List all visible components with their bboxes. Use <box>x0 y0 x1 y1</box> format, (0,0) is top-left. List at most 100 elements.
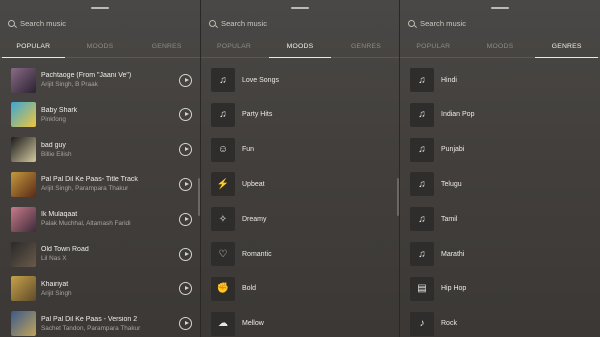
song-row[interactable]: Pal Pal Dil Ke Paas - Version 2 Sachet Ta… <box>0 307 200 337</box>
search-bar[interactable] <box>8 17 192 29</box>
category-row[interactable]: ✧ Dreamy <box>201 202 399 236</box>
play-icon[interactable] <box>179 108 192 122</box>
category-label: Love Songs <box>242 76 279 84</box>
music-note-icon: ♫ <box>410 207 434 232</box>
scrollbar[interactable] <box>397 178 399 216</box>
search-bar[interactable] <box>209 17 391 29</box>
song-info: Baby Shark Pinkfong <box>41 107 174 123</box>
song-title: Pal Pal Dil Ke Paas- Title Track <box>41 176 138 184</box>
song-artist: Arijit Singh, Parampara Thakur <box>41 185 129 193</box>
play-icon[interactable] <box>179 212 192 226</box>
bold-icon: ✊ <box>211 276 235 301</box>
moods-panel: POPULAR MOODS GENRES ♫ Love Songs ♫ Party H… <box>201 0 399 337</box>
category-label: Hip Hop <box>441 285 467 293</box>
tab-bar: POPULAR MOODS GENRES <box>201 38 399 58</box>
play-icon[interactable] <box>179 177 192 191</box>
song-title: bad guy <box>41 141 66 149</box>
category-row[interactable]: ♫ Tamil <box>400 202 600 236</box>
song-row[interactable]: Ik Mulaqaat Palak Muchhal, Altamash Farid… <box>0 202 200 236</box>
play-icon[interactable] <box>179 282 192 296</box>
music-note-icon: ♫ <box>410 102 434 127</box>
song-row[interactable]: Pachtaoge (From "Jaani Ve") Arijit Singh,… <box>0 63 200 97</box>
drag-handle[interactable] <box>91 7 109 9</box>
song-row[interactable]: Baby Shark Pinkfong <box>0 98 200 132</box>
search-bar[interactable] <box>408 17 592 29</box>
category-row[interactable]: ☁ Mellow <box>201 307 399 337</box>
tab-moods[interactable]: MOODS <box>467 38 534 57</box>
category-row[interactable]: ♫ Telugu <box>400 167 600 201</box>
album-art <box>11 276 36 302</box>
search-icon <box>209 19 216 27</box>
mellow-icon: ☁ <box>211 311 235 336</box>
tab-moods[interactable]: MOODS <box>267 38 333 58</box>
album-art <box>11 102 36 128</box>
song-artist: Sachet Tandon, Parampara Thakur <box>41 324 141 332</box>
drag-handle[interactable] <box>291 7 309 9</box>
music-note-icon: ♫ <box>410 172 434 197</box>
genres-panel: POPULAR MOODS GENRES ♫ Hindi ♫ Indian Pop ♫ P… <box>400 0 600 337</box>
mood-list: ♫ Love Songs ♫ Party Hits ☺ Fun ⚡ Upbeat ✧ Dreamy… <box>201 63 399 337</box>
song-artist: Billie Eilish <box>41 150 72 158</box>
song-title: Baby Shark <box>41 106 78 114</box>
category-label: Bold <box>242 285 257 293</box>
category-row[interactable]: ♫ Party Hits <box>201 98 399 132</box>
album-art <box>11 171 36 197</box>
category-label: Dreamy <box>242 215 267 223</box>
music-note-icon: ♫ <box>410 137 434 162</box>
search-input[interactable] <box>221 18 391 28</box>
tab-genres[interactable]: GENRES <box>533 38 600 58</box>
search-icon <box>8 19 15 27</box>
play-icon[interactable] <box>179 247 192 261</box>
song-info: Old Town Road Lil Nas X <box>41 246 174 262</box>
song-info: Pal Pal Dil Ke Paas- Title Track Arijit S… <box>41 176 174 192</box>
song-row[interactable]: Pal Pal Dil Ke Paas- Title Track Arijit S… <box>0 167 200 201</box>
dreamy-icon: ✧ <box>211 207 235 232</box>
search-input[interactable] <box>20 18 192 28</box>
tab-moods[interactable]: MOODS <box>67 38 134 57</box>
drag-handle[interactable] <box>491 7 509 9</box>
song-artist: Lil Nas X <box>41 255 67 262</box>
category-row[interactable]: ♫ Punjabi <box>400 133 600 167</box>
tab-genres[interactable]: GENRES <box>333 38 399 57</box>
play-icon[interactable] <box>179 73 192 87</box>
search-input[interactable] <box>420 18 592 28</box>
popular-panel: POPULAR MOODS GENRES Pachtaoge (From "Ja… <box>0 0 200 337</box>
tab-popular[interactable]: POPULAR <box>400 38 467 57</box>
scrollbar[interactable] <box>198 178 200 216</box>
category-row[interactable]: ♫ Love Songs <box>201 63 399 97</box>
category-row[interactable]: ♫ Hindi <box>400 63 600 97</box>
album-art <box>11 241 36 267</box>
category-label: Mellow <box>242 320 264 328</box>
category-row[interactable]: ♫ Indian Pop <box>400 98 600 132</box>
category-row[interactable]: ⚡ Upbeat <box>201 167 399 201</box>
tab-genres[interactable]: GENRES <box>133 38 200 57</box>
song-info: Khairiyat Arijit Singh <box>41 281 174 297</box>
music-note-icon: ♫ <box>410 68 434 92</box>
album-art <box>11 137 36 163</box>
song-title: Pal Pal Dil Ke Paas - Version 2 <box>41 315 138 323</box>
category-row[interactable]: ♪ Rock <box>400 307 600 337</box>
category-row[interactable]: ♡ Romantic <box>201 237 399 271</box>
category-label: Marathi <box>441 250 465 258</box>
song-row[interactable]: bad guy Billie Eilish <box>0 133 200 167</box>
song-artist: Arijit Singh <box>41 289 72 297</box>
song-title: Pachtaoge (From "Jaani Ve") <box>41 72 132 79</box>
category-label: Indian Pop <box>441 111 475 119</box>
tab-bar: POPULAR MOODS GENRES <box>0 38 200 58</box>
play-icon[interactable] <box>179 143 192 157</box>
music-note-icon: ♫ <box>211 102 235 127</box>
category-row[interactable]: ✊ Bold <box>201 272 399 306</box>
song-title: Khairiyat <box>41 280 69 288</box>
category-label: Punjabi <box>441 146 465 154</box>
category-row[interactable]: ♫ Marathi <box>400 237 600 271</box>
category-row[interactable]: ▤ Hip Hop <box>400 272 600 306</box>
tab-popular[interactable]: POPULAR <box>0 38 67 58</box>
category-label: Upbeat <box>242 180 265 188</box>
album-art <box>11 206 36 232</box>
play-icon[interactable] <box>179 317 192 331</box>
category-row[interactable]: ☺ Fun <box>201 133 399 167</box>
song-row[interactable]: Old Town Road Lil Nas X <box>0 237 200 271</box>
song-row[interactable]: Khairiyat Arijit Singh <box>0 272 200 306</box>
music-note-icon: ♫ <box>410 242 434 266</box>
tab-popular[interactable]: POPULAR <box>201 38 267 57</box>
